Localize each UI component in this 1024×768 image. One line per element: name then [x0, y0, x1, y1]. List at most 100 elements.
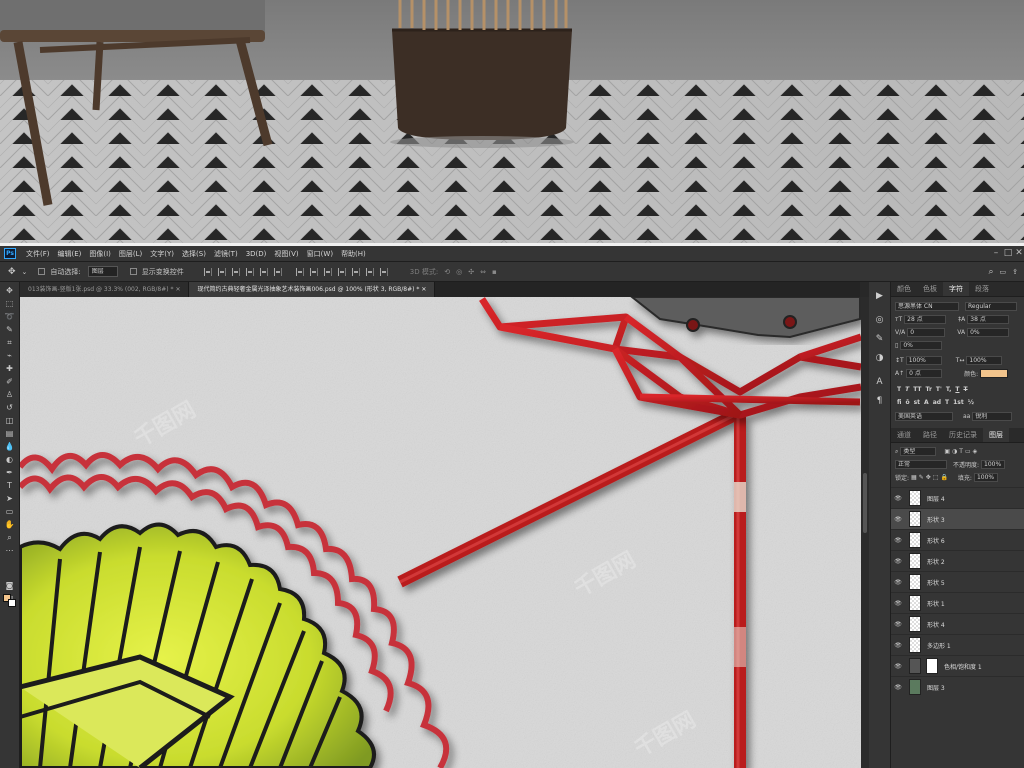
- align-bottom-icon[interactable]: [231, 267, 240, 276]
- tab-document-1[interactable]: 013装饰画-竖版1张.psd @ 33.3% (002, RGB/8#) * …: [20, 282, 190, 297]
- discretionary-ligature-button[interactable]: st: [914, 399, 920, 406]
- more-tools-icon[interactable]: ⋯: [4, 546, 16, 555]
- 3d-roll-icon[interactable]: ◎: [456, 268, 462, 276]
- history-brush-icon[interactable]: ↺: [4, 403, 16, 412]
- vertical-scale-field[interactable]: 100%: [905, 356, 942, 365]
- auto-align-icon[interactable]: [379, 267, 388, 276]
- eye-icon[interactable]: 👁: [891, 579, 905, 586]
- eye-icon[interactable]: 👁: [891, 558, 905, 565]
- menu-select[interactable]: 选择(S): [178, 249, 210, 259]
- layer-row[interactable]: 👁 色相/饱和度 1: [891, 655, 1024, 676]
- lock-all-icon[interactable]: 🔒: [940, 474, 947, 481]
- eye-icon[interactable]: 👁: [891, 495, 905, 502]
- tab-document-2[interactable]: 现代简约古典轻奢金属光泽抽象艺术装饰画006.psd @ 100% (形状 3,…: [189, 282, 436, 297]
- ligature-button[interactable]: fi: [897, 399, 901, 406]
- 3d-slide-icon[interactable]: ⇔: [480, 268, 486, 276]
- stylistic-alt-button[interactable]: ad: [933, 399, 941, 406]
- brush-tool-icon[interactable]: ✐: [4, 377, 16, 386]
- swash-button[interactable]: A: [924, 399, 929, 406]
- character-icon[interactable]: A: [875, 377, 885, 387]
- menu-view[interactable]: 视图(V): [270, 249, 302, 259]
- distribute-vcenter-icon[interactable]: [309, 267, 318, 276]
- lock-paint-icon[interactable]: ✎: [919, 474, 924, 481]
- eye-icon[interactable]: 👁: [891, 684, 905, 691]
- eye-icon[interactable]: 👁: [891, 663, 905, 670]
- eyedropper-tool-icon[interactable]: ⌁: [4, 351, 16, 360]
- tsume-field[interactable]: 0%: [900, 341, 943, 350]
- 3d-scale-icon[interactable]: ▪: [492, 268, 497, 276]
- distribute-top-icon[interactable]: [295, 267, 304, 276]
- tracking-field[interactable]: 0%: [967, 328, 1010, 337]
- layer-row[interactable]: 👁 形状 2: [891, 550, 1024, 571]
- superscript-button[interactable]: T': [936, 386, 942, 393]
- faux-bold-button[interactable]: T: [897, 386, 901, 393]
- lock-artboard-icon[interactable]: ⬚: [933, 474, 939, 481]
- 3d-rotate-icon[interactable]: ⟲: [444, 268, 450, 276]
- tab-history[interactable]: 历史记录: [943, 428, 983, 442]
- distribute-left-icon[interactable]: [337, 267, 346, 276]
- filter-adjust-icon[interactable]: ◑: [952, 448, 957, 455]
- menu-layer[interactable]: 图层(L): [115, 249, 146, 259]
- document-canvas[interactable]: 千图网 千图网 千图网: [20, 297, 861, 768]
- workspace-icon[interactable]: ▭: [1000, 268, 1007, 276]
- path-select-tool-icon[interactable]: ➤: [4, 494, 16, 503]
- language-select[interactable]: 美国英语: [895, 412, 953, 421]
- layer-row[interactable]: 👁 形状 5: [891, 571, 1024, 592]
- menu-window[interactable]: 窗口(W): [303, 249, 337, 259]
- scrollbar-thumb[interactable]: [863, 473, 867, 533]
- eye-icon[interactable]: 👁: [891, 516, 905, 523]
- distribute-right-icon[interactable]: [365, 267, 374, 276]
- underline-button[interactable]: T: [955, 386, 959, 393]
- play-icon[interactable]: ▶: [875, 291, 885, 301]
- gradient-tool-icon[interactable]: ▤: [4, 429, 16, 438]
- show-transform-checkbox[interactable]: [129, 268, 137, 275]
- blur-tool-icon[interactable]: 💧: [4, 442, 16, 451]
- hand-tool-icon[interactable]: ✋: [4, 520, 16, 529]
- close-icon[interactable]: ✕: [421, 286, 426, 293]
- filter-pixel-icon[interactable]: ▣: [944, 448, 950, 455]
- layer-row[interactable]: 👁 形状 1: [891, 592, 1024, 613]
- opacity-field[interactable]: 100%: [981, 460, 1006, 469]
- align-left-icon[interactable]: [245, 267, 254, 276]
- quick-select-tool-icon[interactable]: ✎: [4, 325, 16, 334]
- stamp-tool-icon[interactable]: ♙: [4, 390, 16, 399]
- text-color-swatch[interactable]: [980, 369, 1009, 378]
- eraser-tool-icon[interactable]: ◫: [4, 416, 16, 425]
- ordinals-button[interactable]: 1st: [953, 399, 964, 406]
- tab-character[interactable]: 字符: [943, 282, 969, 296]
- align-top-icon[interactable]: [203, 267, 212, 276]
- tab-swatches[interactable]: 色板: [917, 282, 943, 296]
- pen-tool-icon[interactable]: ✒: [4, 468, 16, 477]
- lock-pixels-icon[interactable]: ▦: [911, 474, 917, 481]
- font-size-field[interactable]: 28 点: [904, 315, 947, 324]
- marquee-tool-icon[interactable]: ⬚: [4, 299, 16, 308]
- move-tool-icon[interactable]: ✥: [4, 286, 16, 295]
- 3d-drag-icon[interactable]: ✣: [468, 268, 474, 276]
- blend-mode-select[interactable]: 正常: [895, 460, 947, 469]
- distribute-hcenter-icon[interactable]: [351, 267, 360, 276]
- minimize-icon[interactable]: –: [990, 248, 1002, 259]
- filter-smart-icon[interactable]: ◈: [973, 448, 978, 455]
- menu-edit[interactable]: 编辑(E): [54, 249, 86, 259]
- tab-paths[interactable]: 路径: [917, 428, 943, 442]
- brush-preset-icon[interactable]: ✎: [875, 334, 885, 344]
- menu-3d[interactable]: 3D(D): [242, 250, 271, 258]
- titling-alt-button[interactable]: T: [945, 399, 949, 406]
- kerning-field[interactable]: 0: [907, 328, 946, 337]
- font-style-select[interactable]: Regular: [965, 302, 1017, 311]
- distribute-bottom-icon[interactable]: [323, 267, 332, 276]
- layer-row[interactable]: 👁 图层 3: [891, 676, 1024, 697]
- align-hcenter-icon[interactable]: [259, 267, 268, 276]
- menu-type[interactable]: 文字(Y): [146, 249, 178, 259]
- layer-row[interactable]: 👁 形状 6: [891, 529, 1024, 550]
- menu-file[interactable]: 文件(F): [22, 249, 54, 259]
- tab-color[interactable]: 颜色: [891, 282, 917, 296]
- type-tool-icon[interactable]: T: [4, 481, 16, 490]
- background-color-swatch[interactable]: [8, 599, 16, 607]
- menu-image[interactable]: 图像(I): [85, 249, 115, 259]
- eye-icon[interactable]: 👁: [891, 621, 905, 628]
- layer-filter-select[interactable]: 类型: [900, 447, 937, 456]
- quick-mask-icon[interactable]: ◙: [4, 581, 16, 590]
- faux-italic-button[interactable]: T: [905, 386, 909, 393]
- layer-row-selected[interactable]: 👁 形状 3: [891, 508, 1024, 529]
